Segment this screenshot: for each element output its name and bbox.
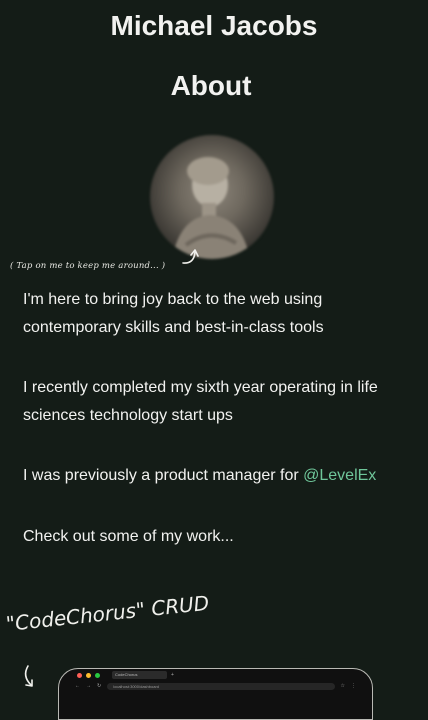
preview-tab: CodeChorus bbox=[112, 671, 167, 679]
curved-arrow-down-icon bbox=[24, 665, 33, 687]
page-title: About bbox=[170, 70, 252, 101]
close-dot-icon bbox=[77, 672, 82, 678]
previous-role-text: I was previously a product manager for bbox=[23, 467, 304, 484]
preview-url: localhost:3000/dashboard bbox=[107, 682, 335, 690]
avatar[interactable] bbox=[150, 135, 274, 259]
bust-statue-image bbox=[172, 157, 250, 259]
bio-paragraph-joy: I'm here to bring joy back to the web us… bbox=[23, 291, 324, 336]
new-tab-icon: + bbox=[171, 672, 174, 678]
bio-paragraph-work-intro: Check out some of my work... bbox=[23, 528, 234, 545]
project-title: "CodeChorus" CRUD bbox=[4, 590, 211, 636]
maximize-dot-icon bbox=[95, 672, 100, 678]
back-arrow-icon: ← bbox=[75, 683, 80, 689]
preview-tab-strip: CodeChorus + bbox=[59, 669, 372, 681]
curved-arrow-up-icon bbox=[182, 249, 199, 264]
bio-paragraph-previous-role: I was previously a product manager for @… bbox=[23, 462, 403, 490]
preview-address-bar: ← → ↻ localhost:3000/dashboard ☆ ⋮ bbox=[59, 681, 372, 691]
forward-arrow-icon: → bbox=[86, 683, 91, 689]
avatar-hint: ( Tap on me to keep me around... ) bbox=[10, 261, 166, 271]
bookmark-star-icon: ☆ bbox=[340, 683, 345, 689]
minimize-dot-icon bbox=[86, 672, 91, 678]
project-preview-screenshot[interactable]: CodeChorus + ← → ↻ localhost:3000/dashbo… bbox=[58, 668, 373, 720]
site-owner-name: Michael Jacobs bbox=[110, 10, 318, 41]
levelex-link[interactable]: @LevelEx bbox=[303, 467, 376, 484]
menu-icon: ⋮ bbox=[351, 683, 356, 689]
bio-paragraph-experience: I recently completed my sixth year opera… bbox=[23, 379, 378, 424]
reload-icon: ↻ bbox=[97, 683, 102, 689]
